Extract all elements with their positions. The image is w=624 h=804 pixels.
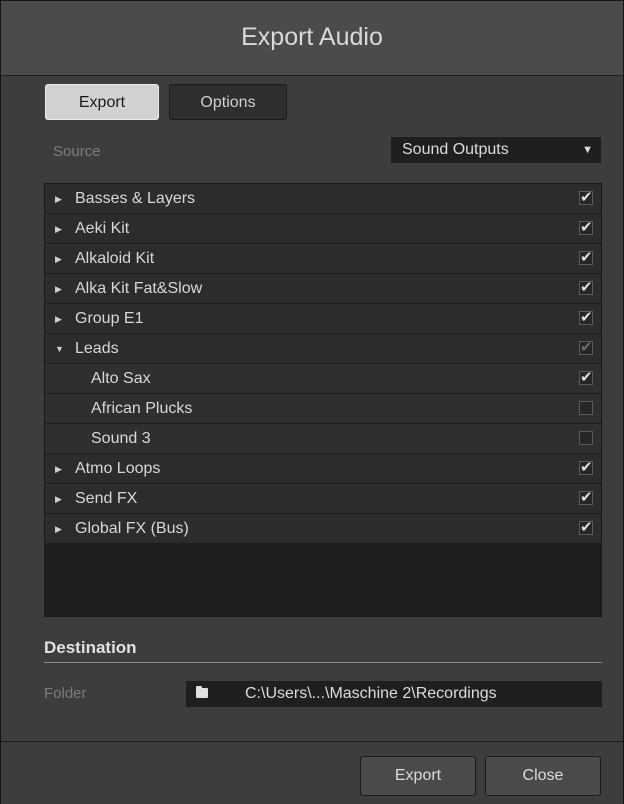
- dialog-title: Export Audio: [241, 23, 383, 51]
- expand-triangle-icon[interactable]: ▶: [55, 214, 62, 244]
- list-item-checkbox[interactable]: [579, 431, 593, 445]
- expand-triangle-icon[interactable]: ▶: [55, 484, 62, 514]
- source-label: Source: [53, 143, 101, 160]
- list-item-checkbox[interactable]: [579, 401, 593, 415]
- expand-triangle-icon[interactable]: ▶: [55, 514, 62, 544]
- list-item-checkbox[interactable]: [579, 278, 593, 296]
- expand-triangle-icon[interactable]: ▶: [55, 304, 62, 334]
- expand-triangle-icon[interactable]: ▶: [55, 184, 62, 214]
- list-item-checkbox[interactable]: [579, 488, 593, 506]
- list-item-checkbox[interactable]: [579, 458, 593, 476]
- folder-path-text: C:\Users\...\Maschine 2\Recordings: [245, 685, 497, 702]
- collapse-triangle-icon[interactable]: ▼: [55, 334, 64, 364]
- list-item[interactable]: ▶ Aeki Kit: [45, 214, 601, 244]
- destination-heading: Destination: [44, 638, 137, 657]
- close-button[interactable]: Close: [485, 756, 601, 796]
- list-item[interactable]: ▼ Leads: [45, 334, 601, 364]
- tab-export[interactable]: Export: [45, 84, 159, 120]
- list-item[interactable]: Sound 3: [45, 424, 601, 454]
- list-item-label: Aeki Kit: [75, 220, 130, 237]
- list-item-label: Alka Kit Fat&Slow: [75, 280, 203, 297]
- list-item-checkbox[interactable]: [579, 338, 593, 356]
- expand-triangle-icon[interactable]: ▶: [55, 274, 62, 304]
- list-item-label: Group E1: [75, 310, 144, 327]
- list-item-label: Sound 3: [91, 430, 151, 447]
- list-item-label: Basses & Layers: [75, 190, 196, 207]
- list-item[interactable]: ▶ Send FX: [45, 484, 601, 514]
- list-item-checkbox[interactable]: [579, 518, 593, 536]
- title-bar: Export Audio: [1, 1, 623, 76]
- list-item-label: Leads: [75, 340, 119, 357]
- folder-path-field[interactable]: C:\Users\...\Maschine 2\Recordings: [186, 681, 602, 707]
- list-item[interactable]: Alto Sax: [45, 364, 601, 394]
- tab-options[interactable]: Options: [169, 84, 287, 120]
- folder-label: Folder: [44, 685, 87, 702]
- list-item-checkbox[interactable]: [579, 248, 593, 266]
- list-item-label: African Plucks: [91, 400, 193, 417]
- list-item-label: Global FX (Bus): [75, 520, 189, 537]
- source-list[interactable]: ▶ Basses & Layers ▶ Aeki Kit ▶ Alkaloid Kit ▶ A…: [44, 183, 602, 617]
- dialog-footer: Export Close: [1, 741, 623, 804]
- list-item[interactable]: ▶ Atmo Loops: [45, 454, 601, 484]
- list-item-label: Alkaloid Kit: [75, 250, 155, 267]
- export-audio-dialog: Export Audio Export Options Source Sound…: [0, 0, 624, 804]
- dialog-body: Export Options Source Sound Outputs ▼ ▶ B…: [1, 76, 623, 740]
- list-item[interactable]: ▶ Basses & Layers: [45, 184, 601, 214]
- list-item[interactable]: ▶ Alkaloid Kit: [45, 244, 601, 274]
- source-dropdown[interactable]: Sound Outputs ▼: [391, 137, 601, 163]
- list-item[interactable]: ▶ Group E1: [45, 304, 601, 334]
- list-item-checkbox[interactable]: [579, 188, 593, 206]
- list-item-label: Atmo Loops: [75, 460, 161, 477]
- dropdown-arrow-icon: ▼: [582, 144, 593, 156]
- list-item-checkbox[interactable]: [579, 308, 593, 326]
- list-item-checkbox[interactable]: [579, 218, 593, 236]
- list-item-label: Send FX: [75, 490, 138, 507]
- list-item-label: Alto Sax: [91, 370, 151, 387]
- expand-triangle-icon[interactable]: ▶: [55, 454, 62, 484]
- list-item-checkbox[interactable]: [579, 368, 593, 386]
- list-item[interactable]: ▶ Alka Kit Fat&Slow: [45, 274, 601, 304]
- expand-triangle-icon[interactable]: ▶: [55, 244, 62, 274]
- folder-icon: [196, 686, 208, 698]
- destination-divider: [44, 662, 602, 663]
- export-button[interactable]: Export: [360, 756, 476, 796]
- list-item[interactable]: ▶ Global FX (Bus): [45, 514, 601, 544]
- source-dropdown-value: Sound Outputs: [402, 141, 509, 158]
- list-item[interactable]: African Plucks: [45, 394, 601, 424]
